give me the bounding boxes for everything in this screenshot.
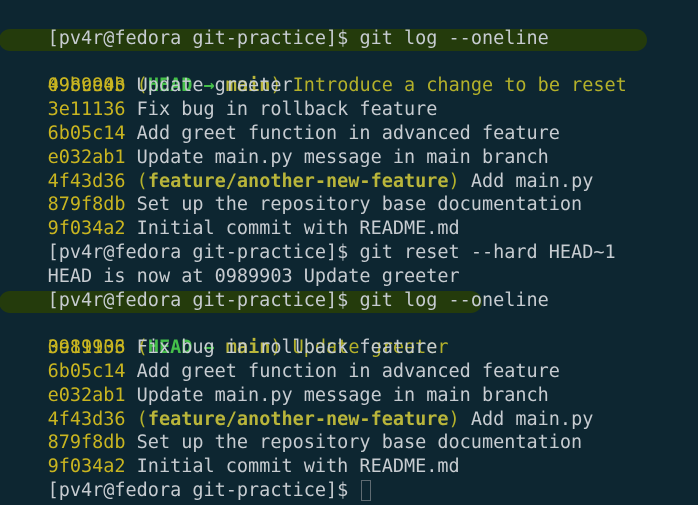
- commit-hash: 879f8db: [47, 432, 126, 454]
- text-cursor[interactable]: [361, 480, 372, 502]
- commit-message: Fix bug in rollback feature: [136, 337, 438, 359]
- commit-hash: 0989903: [47, 75, 126, 97]
- shell-prompt: [pv4r@fedora git-practice]$: [47, 241, 349, 263]
- shell-prompt: [pv4r@fedora git-practice]$: [47, 289, 349, 311]
- shell-prompt: [pv4r@fedora git-practice]$: [47, 479, 349, 501]
- commit-hash: 879f8db: [47, 194, 126, 216]
- commit-hash: e032ab1: [47, 146, 126, 168]
- commit-message: Add main.py: [470, 170, 594, 192]
- commit-hash: 9f034a2: [47, 456, 126, 478]
- log-entry: 0989903 Update greeter: [3, 51, 698, 96]
- log-entry: 3e11136 Fix bug in rollback feature: [3, 312, 698, 358]
- command-line: [pv4r@fedora git-practice]$ git log --on…: [3, 3, 698, 49]
- commit-message: Initial commit with README.md: [136, 456, 460, 478]
- terminal-window[interactable]: [pv4r@fedora git-practice]$ git log --on…: [0, 0, 698, 505]
- commit-message: Update main.py message in main branch: [136, 146, 549, 168]
- commit-message: Add greet function in advanced feature: [136, 360, 560, 382]
- commit-message: Introduce a change to be reset: [292, 75, 627, 97]
- commit-message: Set up the repository base documentation: [136, 432, 583, 454]
- commit-hash: 6b05c14: [47, 360, 126, 382]
- command-text: git log --oneline: [359, 27, 549, 49]
- commit-message: Initial commit with README.md: [136, 218, 460, 240]
- commit-hash: 9f034a2: [47, 218, 126, 240]
- command-text: git log --oneline: [359, 289, 549, 311]
- commit-hash: e032ab1: [47, 384, 126, 406]
- commit-message: Update main.py message in main branch: [136, 384, 549, 406]
- commit-message: Update greeter: [136, 75, 293, 97]
- shell-prompt: [pv4r@fedora git-practice]$: [47, 27, 349, 49]
- commit-hash: 4f43d36: [47, 408, 126, 430]
- reset-output: HEAD is now at 0989903 Update greeter: [47, 265, 460, 287]
- command-text: git reset --hard HEAD~1: [359, 241, 616, 263]
- commit-message: Add greet function in advanced feature: [136, 122, 560, 144]
- commit-hash: 3e11136: [47, 99, 126, 121]
- commit-message: Set up the repository base documentation: [136, 194, 583, 216]
- branch-ref: feature/another-new-feature: [147, 408, 449, 430]
- commit-hash: 4f43d36: [47, 170, 126, 192]
- commit-hash: 3e11136: [47, 337, 126, 359]
- branch-ref: feature/another-new-feature: [147, 170, 449, 192]
- commit-hash: 6b05c14: [47, 122, 126, 144]
- commit-message: Add main.py: [470, 408, 594, 430]
- commit-message: Fix bug in rollback feature: [136, 99, 438, 121]
